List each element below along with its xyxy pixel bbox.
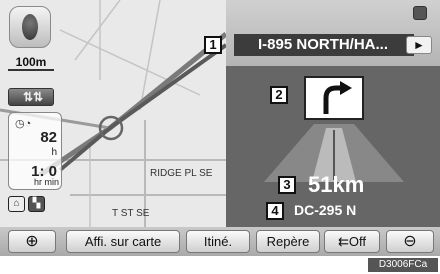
interstate-shield-icon — [413, 6, 427, 20]
map-mode-icons: ⌂ ▚ — [8, 196, 48, 212]
zoom-in-button[interactable]: ⊕ — [8, 230, 56, 253]
callout-number: 2 — [270, 86, 288, 104]
navigation-screen: 100m ⇅⇅ ◷◔ 82 h 1: 0 hr min ⌂ ▚ RIDGE PL… — [0, 0, 440, 256]
clock-icon: ◷◔ — [15, 118, 32, 130]
speed-unit: h — [51, 147, 57, 158]
compass-icon — [22, 14, 38, 40]
turn-arrow-box — [304, 76, 364, 120]
map-orientation-button[interactable]: ⇅⇅ — [8, 88, 54, 106]
road-header — [226, 0, 440, 66]
map-view-icon[interactable]: ▚ — [28, 196, 45, 212]
speed-value: 82 — [40, 129, 57, 146]
figure-code: D3006FCa — [368, 258, 438, 272]
callout-number: 1 — [204, 36, 222, 54]
street-label: RIDGE PL SE — [150, 168, 213, 179]
callout-number: 4 — [266, 202, 284, 220]
heading-arrows-icon: ⇅⇅ — [23, 90, 44, 104]
off-label: Off — [348, 234, 366, 249]
home-icon[interactable]: ⌂ — [8, 196, 25, 212]
show-on-map-button[interactable]: Affi. sur carte — [66, 230, 180, 253]
guidance-panel: 1 I-895 NORTH/HA... ► 2 3 51km 4 DC-295 … — [204, 0, 440, 227]
collapse-arrows-icon: ⇇ — [337, 234, 349, 249]
distance-to-turn: 51km — [308, 172, 365, 197]
exit-destination: DC-295 N — [294, 202, 357, 218]
time-unit: hr min — [33, 177, 59, 187]
callout-number: 3 — [278, 176, 296, 194]
bottom-toolbar: ⊕ Affi. sur carte Itiné. Repère ⇇Off ⊖ — [0, 227, 440, 256]
trip-info-box: ◷◔ 82 h 1: 0 hr min — [8, 112, 62, 190]
guidance-off-button[interactable]: ⇇Off — [324, 230, 380, 253]
turn-right-icon — [323, 81, 352, 114]
zoom-out-button[interactable]: ⊖ — [386, 230, 434, 253]
mark-button[interactable]: Repère — [256, 230, 320, 253]
road-name-text: I-895 NORTH/HA... — [258, 36, 389, 53]
map-area[interactable]: 100m ⇅⇅ ◷◔ 82 h 1: 0 hr min ⌂ ▚ RIDGE PL… — [0, 0, 226, 227]
map-scale: 100m — [8, 55, 54, 71]
route-button[interactable]: Itiné. — [186, 230, 250, 253]
street-label: T ST SE — [112, 208, 150, 219]
road-list-button[interactable]: ► — [406, 36, 432, 54]
next-road-name: I-895 NORTH/HA... — [234, 34, 414, 56]
compass-button[interactable] — [9, 6, 51, 48]
